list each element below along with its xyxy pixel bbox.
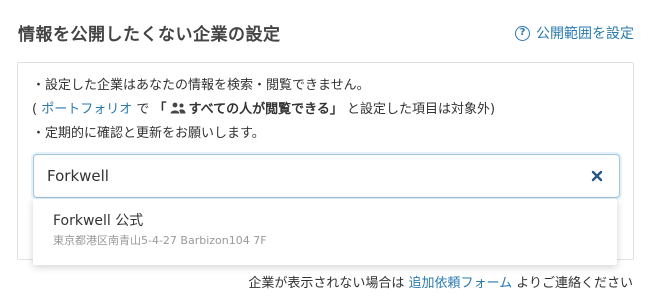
- notes: ・設定した企業はあなたの情報を検索・閲覧できません。 ( ポートフォリオ で 「…: [32, 77, 495, 149]
- note-de: で: [136, 102, 150, 117]
- company-search-box[interactable]: [33, 154, 620, 198]
- visibility-settings-label: 公開範囲を設定: [536, 26, 634, 42]
- note-line-2-suffix: と設定した項目は対象外): [347, 102, 496, 117]
- people-icon: [170, 102, 186, 114]
- footer-note: 企業が表示されない場合は 追加依頼フォーム よりご連絡ください: [248, 272, 633, 291]
- suggestion-company-name: Forkwell 公式: [53, 213, 144, 229]
- company-search-input[interactable]: [47, 155, 567, 197]
- everyone-setting-label: すべての人が閲覧できる: [188, 102, 330, 117]
- suggestion-item[interactable]: Forkwell 公式 東京都港区南青山5-4-27 Barbizon104 7…: [33, 199, 617, 265]
- page-title: 情報を公開したくない企業の設定: [18, 25, 281, 45]
- quote-open: 「: [153, 102, 167, 117]
- suggestion-company-address: 東京都港区南青山5-4-27 Barbizon104 7F: [53, 234, 267, 247]
- quote-close: 」: [329, 102, 343, 117]
- portfolio-link[interactable]: ポートフォリオ: [41, 102, 132, 117]
- close-icon[interactable]: [589, 168, 605, 184]
- request-form-link[interactable]: 追加依頼フォーム: [408, 276, 512, 291]
- note-line-3: ・定期的に確認と更新をお願いします。: [32, 126, 265, 141]
- footer-prefix: 企業が表示されない場合は: [248, 276, 405, 291]
- question-circle-icon: ?: [515, 25, 530, 41]
- suggestion-dropdown: Forkwell 公式 東京都港区南青山5-4-27 Barbizon104 7…: [33, 199, 617, 265]
- header: 情報を公開したくない企業の設定 ? 公開範囲を設定: [18, 18, 638, 46]
- note-line-2: ( ポートフォリオ で 「 すべての人が閲覧できる」 と設定した項目は対象外): [32, 101, 495, 125]
- note-line-1: ・設定した企業はあなたの情報を検索・閲覧できません。: [32, 78, 370, 93]
- footer-suffix: よりご連絡ください: [516, 276, 633, 291]
- note-paren-open: (: [32, 102, 38, 117]
- visibility-settings-link[interactable]: ? 公開範囲を設定: [515, 23, 634, 43]
